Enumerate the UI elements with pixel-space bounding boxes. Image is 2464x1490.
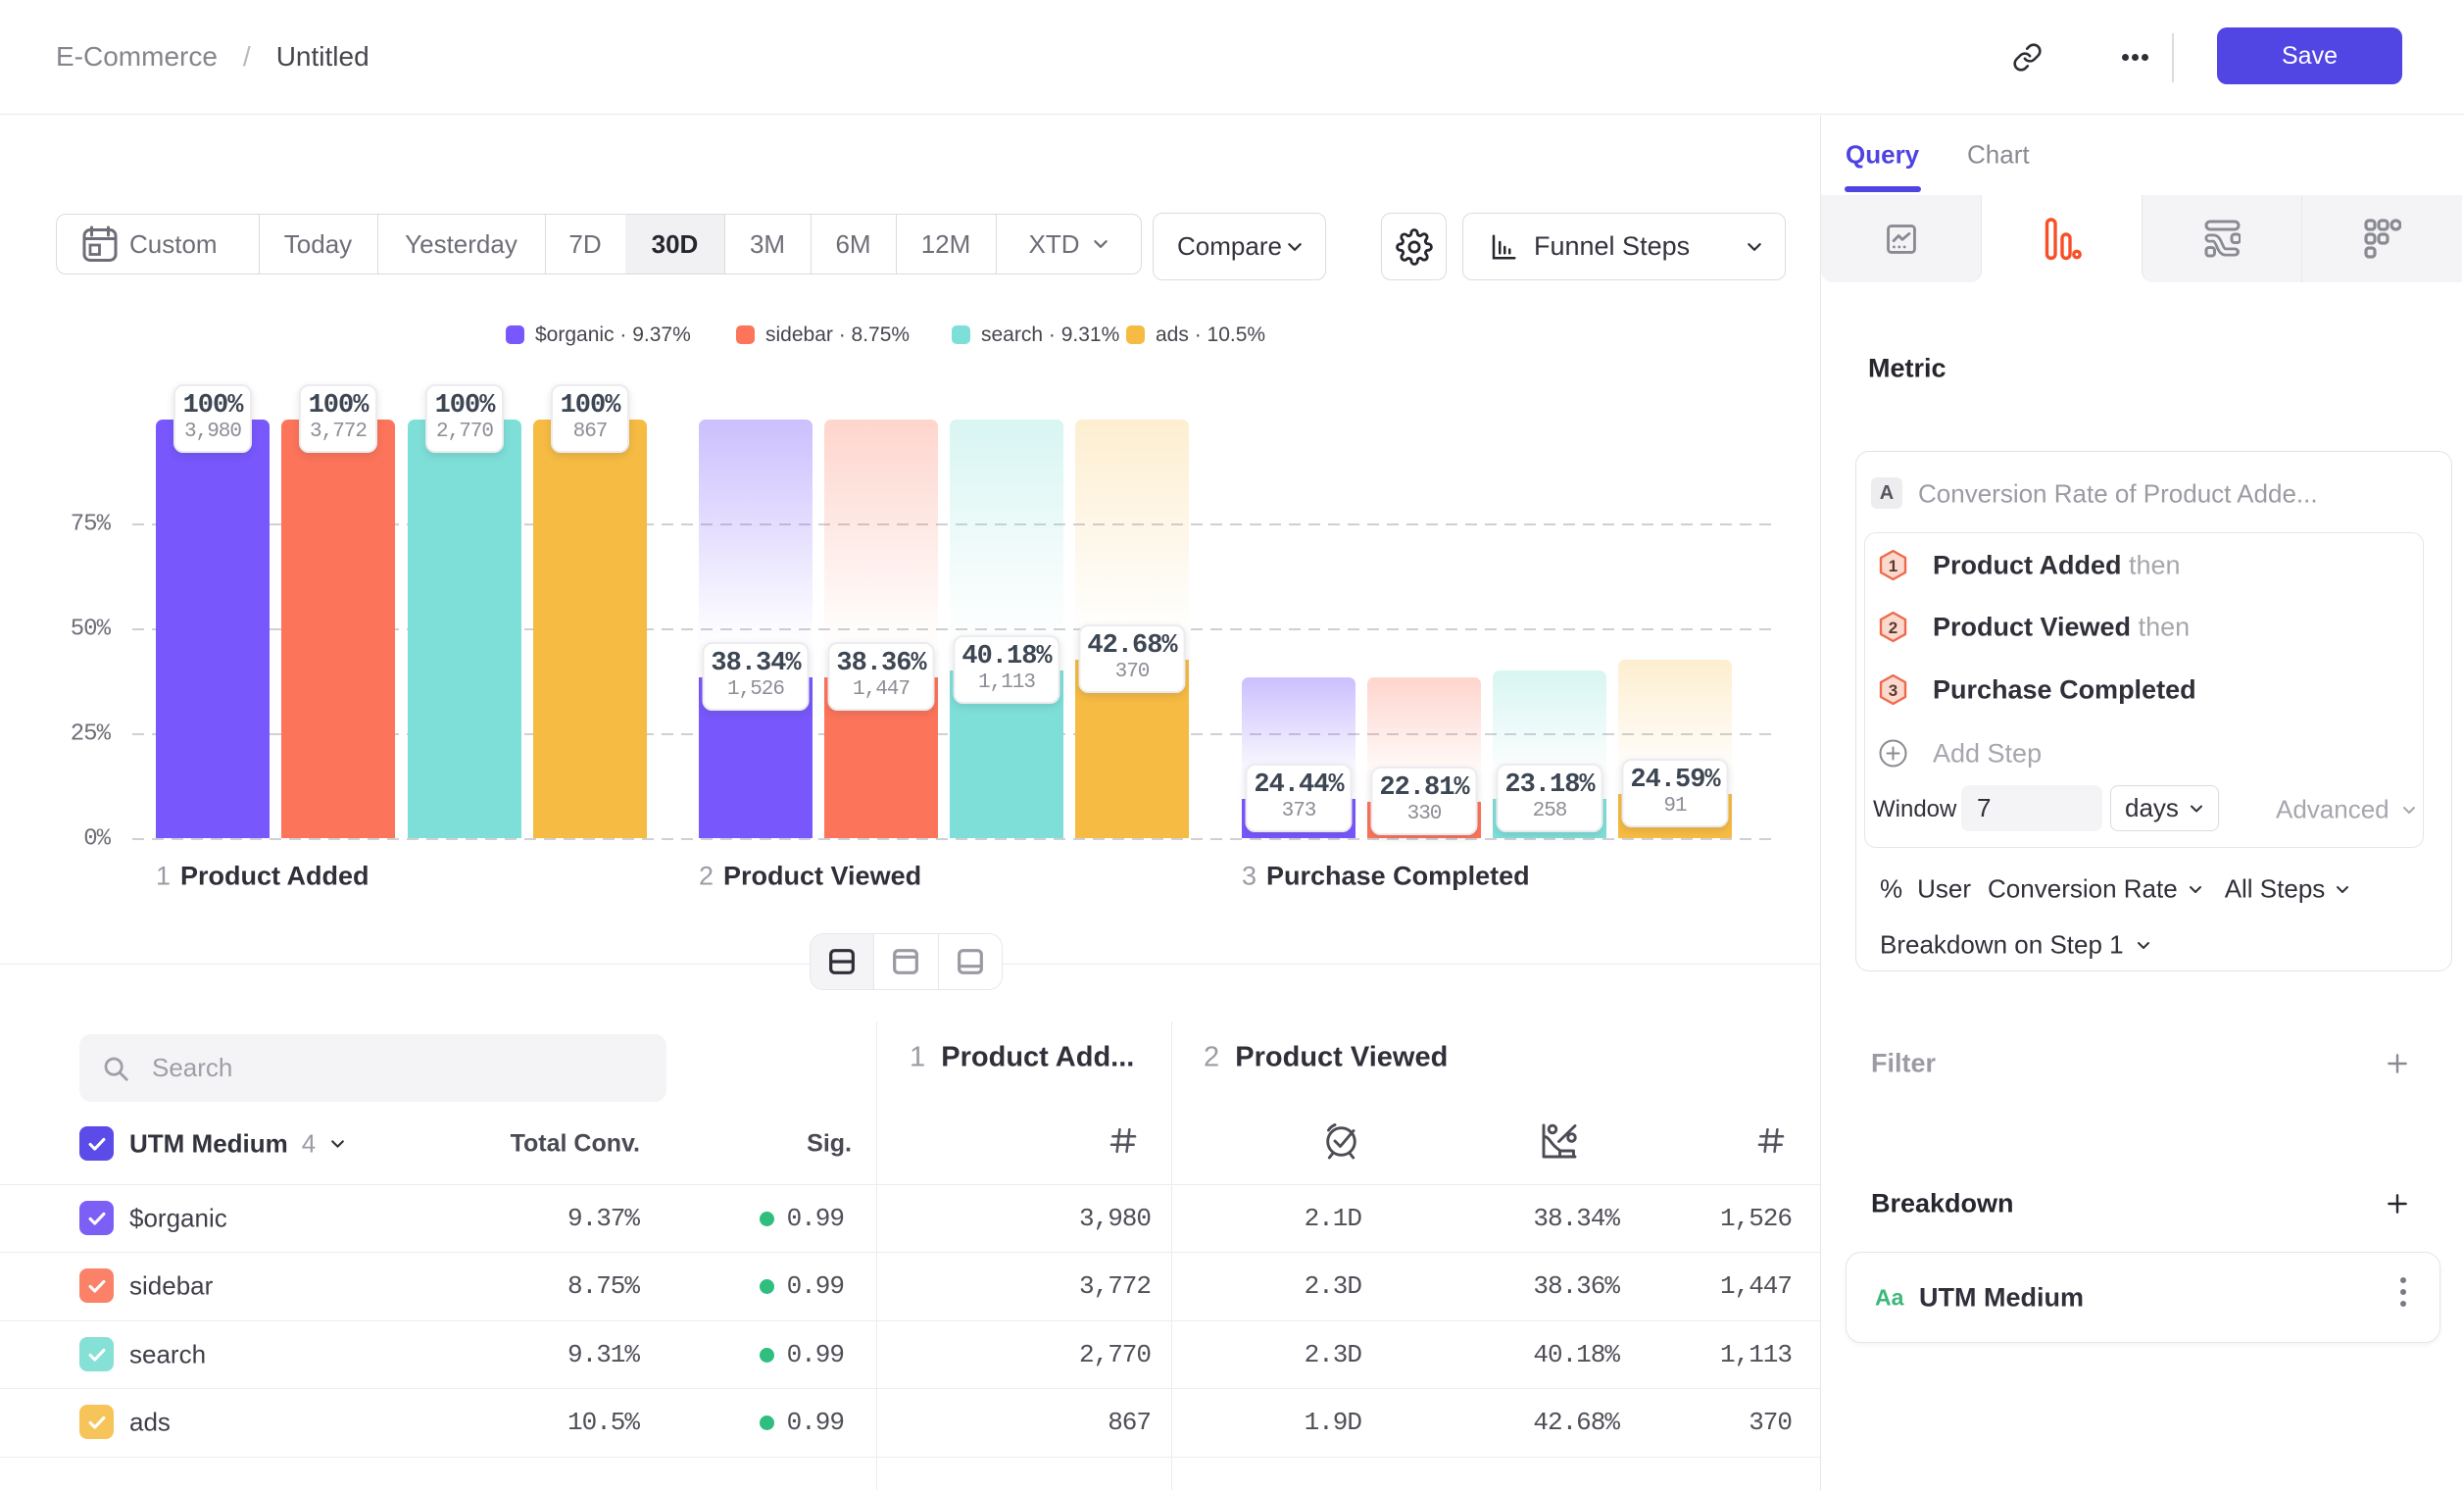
- svg-text:1: 1: [1889, 557, 1897, 575]
- svg-text:2: 2: [1889, 619, 1897, 637]
- svg-text:3: 3: [1889, 681, 1897, 700]
